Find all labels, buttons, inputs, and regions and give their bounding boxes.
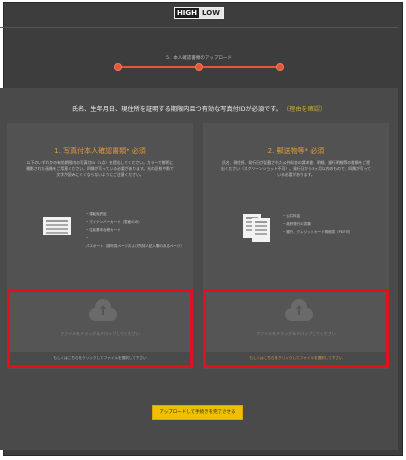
list-item: 公共料金 bbox=[283, 212, 383, 220]
header-divider bbox=[0, 27, 398, 28]
reason-link[interactable]: （理由を確認） bbox=[286, 106, 326, 113]
list-item: 住民基本台帳カード bbox=[86, 226, 186, 234]
photo-id-list: 運転免許証 マイナンバーカード（表面のみ） 住民基本台帳カード パスポート（顔写… bbox=[86, 210, 186, 250]
document-icon-back bbox=[252, 218, 270, 242]
step-label: 5．本人確認書類のアップロード bbox=[166, 56, 232, 61]
cloud-upload-icon bbox=[282, 299, 316, 321]
mail-list: 公共料金 政府発行の書類 銀行、クレジットカード明細書（PDF可） bbox=[283, 212, 383, 236]
upload-submit-button[interactable]: アップロードして手続きを完了させる bbox=[152, 405, 243, 420]
mail-description: 氏名、現住所、発行日が記載された公共料金の請求書、明細、銀行明細等の書類をご提出… bbox=[221, 160, 371, 177]
list-item: マイナンバーカード（表面のみ） bbox=[86, 218, 186, 226]
requirement-headline: 氏名、生年月日、現住所を証明する期限内且つ有効な写真付IDが必須です。 （理由を確… bbox=[0, 104, 398, 113]
logo-high: HIGH bbox=[175, 8, 199, 18]
cloud-upload-icon bbox=[86, 299, 120, 321]
list-item: パスポート（顔写真ページおよび所持人記入欄のあるページ） bbox=[86, 234, 186, 250]
list-item: 運転免許証 bbox=[86, 210, 186, 218]
mail-title: 2. 郵送物等* 必須 bbox=[267, 147, 325, 155]
select-file-link[interactable]: もしくはこちらをクリックしてファイルを選択して下さい bbox=[10, 352, 190, 365]
select-file-link[interactable]: もしくはこちらをクリックしてファイルを選択して下さい bbox=[206, 352, 386, 365]
brand-logo[interactable]: HIGH LOW bbox=[174, 7, 224, 19]
dropzone-hint: ファイルをドラッグ＆ドロップしてください bbox=[60, 331, 140, 336]
headline-text: 氏名、生年月日、現住所を証明する期限内且つ有効な写真付IDが必須です。 bbox=[71, 106, 282, 113]
mail-dropzone[interactable]: ファイルをドラッグ＆ドロップしてください もしくはこちらをクリックしてファイルを… bbox=[203, 289, 389, 368]
photo-id-title: 1. 写真付本人確認書類* 必須 bbox=[54, 147, 146, 155]
logo-low: LOW bbox=[199, 8, 223, 18]
list-item: 銀行、クレジットカード明細書（PDF可） bbox=[283, 228, 383, 236]
progress-dot-current bbox=[195, 63, 203, 71]
photo-id-dropzone[interactable]: ファイルをドラッグ＆ドロップしてください もしくはこちらをクリックしてファイルを… bbox=[7, 289, 193, 368]
list-item: 政府発行の書類 bbox=[283, 220, 383, 228]
id-card-icon bbox=[43, 217, 71, 235]
progress-dot-start bbox=[114, 63, 122, 71]
dropzone-hint: ファイルをドラッグ＆ドロップしてください bbox=[256, 331, 336, 336]
photo-id-description: 以下のいずれかの有効期限内の写真付ID（1点）を提出してください。カラーで鮮明に… bbox=[26, 160, 174, 177]
progress-dot-end bbox=[276, 63, 284, 71]
